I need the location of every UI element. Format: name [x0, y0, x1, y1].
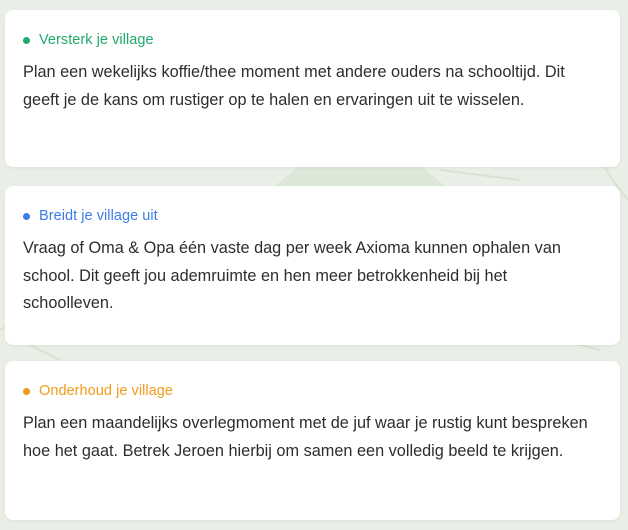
- tip-card-header: Versterk je village: [23, 30, 602, 50]
- tip-text: Plan een wekelijks koffie/thee moment me…: [23, 63, 565, 109]
- tip-title: Breidt je village uit: [39, 208, 158, 224]
- status-dot-icon: [23, 36, 30, 44]
- tip-card-header: Onderhoud je village: [23, 381, 602, 401]
- tip-card-onderhoud: Onderhoud je village Plan een maandelijk…: [5, 361, 620, 520]
- tip-title: Onderhoud je village: [39, 383, 174, 399]
- tip-card-breidt: Breidt je village uit Vraag of Oma & Opa…: [5, 186, 620, 345]
- status-dot-icon: [23, 212, 30, 220]
- tip-card-header: Breidt je village uit: [23, 206, 602, 226]
- tips-list: Versterk je village Plan een wekelijks k…: [5, 10, 620, 520]
- tip-title: Versterk je village: [39, 32, 154, 48]
- tip-text: Vraag of Oma & Opa één vaste dag per wee…: [23, 239, 561, 312]
- status-dot-icon: [23, 387, 30, 395]
- tip-card-versterk: Versterk je village Plan een wekelijks k…: [5, 10, 620, 167]
- tip-text: Plan een maandelijks overlegmoment met d…: [23, 414, 588, 460]
